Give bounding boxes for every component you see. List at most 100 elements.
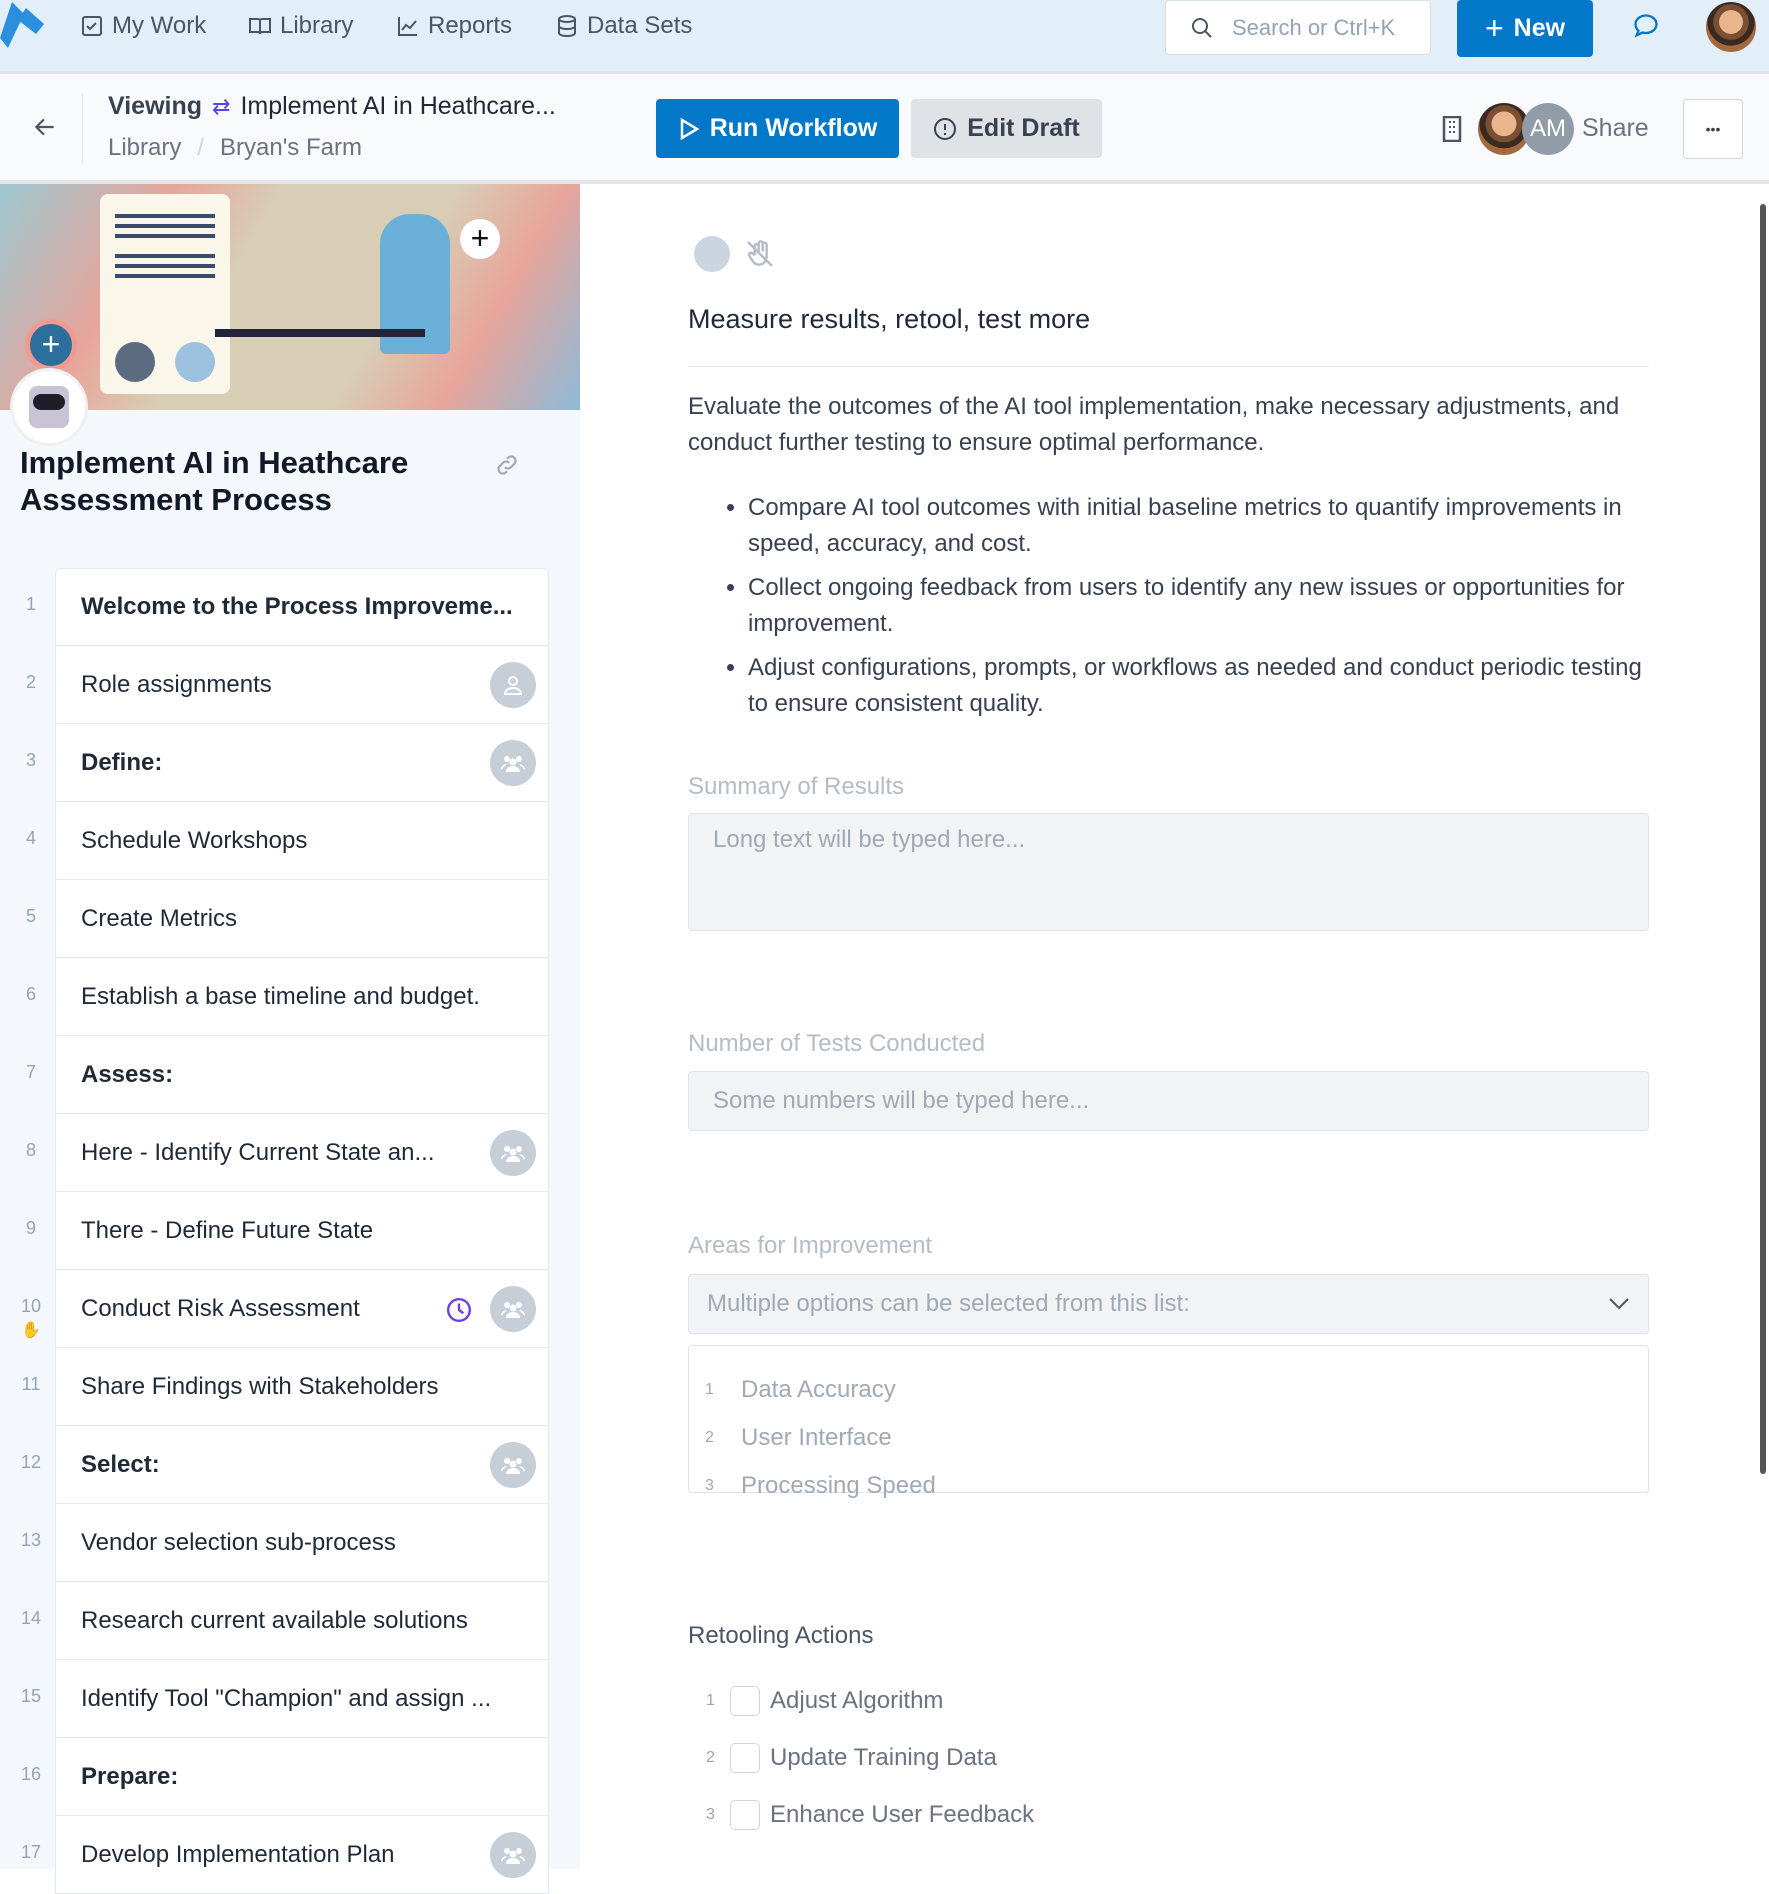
group-icon[interactable] <box>490 1832 536 1878</box>
divider <box>82 94 83 164</box>
item-label[interactable]: Enhance User Feedback <box>770 1801 1034 1829</box>
nav-label: Data Sets <box>587 12 693 39</box>
step-number: 5 <box>25 906 36 926</box>
step-number: 11 <box>21 1374 41 1394</box>
step-card[interactable]: Create Metrics <box>55 880 549 958</box>
step-card[interactable]: There - Define Future State <box>55 1192 549 1270</box>
step-card[interactable]: Schedule Workshops <box>55 802 549 880</box>
breadcrumb-separator: / <box>197 134 205 161</box>
checkbox[interactable] <box>730 1685 760 1716</box>
step-row[interactable]: 6 Establish a base timeline and budget. <box>0 958 580 1036</box>
areas-placeholder: Multiple options can be selected from th… <box>707 1290 1190 1317</box>
area-option[interactable]: 2 User Interface <box>689 1414 1648 1462</box>
step-card[interactable]: Assess: <box>55 1036 549 1114</box>
group-icon[interactable] <box>490 740 536 786</box>
step-card[interactable]: Develop Implementation Plan <box>55 1816 549 1894</box>
nav-library[interactable]: Library <box>248 12 353 40</box>
step-row[interactable]: 11 Share Findings with Stakeholders <box>0 1348 580 1426</box>
scrollbar-thumb[interactable] <box>1760 204 1766 1474</box>
no-hand-icon[interactable] <box>744 238 776 275</box>
step-row[interactable]: 9 There - Define Future State <box>0 1192 580 1270</box>
area-option[interactable]: 1 Data Accuracy <box>689 1366 1648 1414</box>
comments-icon[interactable] <box>1632 12 1660 45</box>
user-avatar[interactable] <box>1706 2 1756 52</box>
viewing-label: Viewing <box>108 92 203 120</box>
tests-placeholder: Some numbers will be typed here... <box>713 1087 1090 1114</box>
step-row[interactable]: 5 Create Metrics <box>0 880 580 958</box>
book-icon <box>249 18 271 35</box>
search-input[interactable]: Search or Ctrl+K <box>1165 0 1431 55</box>
step-card[interactable]: Share Findings with Stakeholders <box>55 1348 549 1426</box>
step-row[interactable]: 8 Here - Identify Current State an... <box>0 1114 580 1192</box>
step-label: Define: <box>81 748 163 776</box>
summary-textarea[interactable]: Long text will be typed here... <box>688 813 1649 931</box>
more-options-button[interactable]: ••• <box>1683 99 1743 159</box>
step-card[interactable]: Select: <box>55 1426 549 1504</box>
step-number: 3 <box>25 750 36 770</box>
step-card[interactable]: Conduct Risk Assessment <box>55 1270 549 1348</box>
step-content: Measure results, retool, test more Evalu… <box>580 184 1769 1869</box>
step-row[interactable]: 15 Identify Tool "Champion" and assign ..… <box>0 1660 580 1738</box>
breadcrumb-folder[interactable]: Bryan's Farm <box>220 134 362 162</box>
step-label: Vendor selection sub-process <box>81 1528 396 1556</box>
step-card[interactable]: Here - Identify Current State an... <box>55 1114 549 1192</box>
nav-my-work[interactable]: My Work <box>80 12 206 40</box>
item-label[interactable]: Update Training Data <box>770 1744 997 1772</box>
link-icon[interactable] <box>494 452 520 483</box>
step-row[interactable]: 3 Define: <box>0 724 580 802</box>
share-button[interactable]: Share <box>1582 114 1649 143</box>
step-card[interactable]: Vendor selection sub-process <box>55 1504 549 1582</box>
group-icon[interactable] <box>490 1286 536 1332</box>
retooling-label: Retooling Actions <box>688 1622 874 1649</box>
building-icon[interactable] <box>1442 115 1462 147</box>
workflow-avatar <box>10 368 88 446</box>
step-number: 4 <box>25 828 36 848</box>
step-row[interactable]: 2 Role assignments <box>0 646 580 724</box>
step-row[interactable]: 17 Develop Implementation Plan <box>0 1816 580 1894</box>
checkbox[interactable] <box>730 1799 760 1830</box>
run-label: Run Workflow <box>709 114 878 142</box>
tests-input[interactable]: Some numbers will be typed here... <box>688 1071 1649 1131</box>
nav-data-sets[interactable]: Data Sets <box>555 12 692 40</box>
breadcrumb-library[interactable]: Library <box>108 134 181 162</box>
step-card[interactable]: Identify Tool "Champion" and assign ... <box>55 1660 549 1738</box>
step-row[interactable]: 12 Select: <box>0 1426 580 1504</box>
step-number: 12 <box>20 1452 42 1472</box>
step-card[interactable]: Prepare: <box>55 1738 549 1816</box>
step-card[interactable]: Define: <box>55 724 549 802</box>
search-placeholder: Search or Ctrl+K <box>1232 14 1396 40</box>
tests-label: Number of Tests Conducted <box>688 1030 986 1057</box>
step-label: There - Define Future State <box>81 1216 374 1244</box>
step-card[interactable]: Research current available solutions <box>55 1582 549 1660</box>
item-label[interactable]: Adjust Algorithm <box>770 1687 943 1715</box>
step-number: 16 <box>20 1764 42 1784</box>
step-row[interactable]: 13 Vendor selection sub-process <box>0 1504 580 1582</box>
new-button[interactable]: + New <box>1457 0 1593 57</box>
step-label: Assess: <box>81 1060 174 1088</box>
step-row[interactable]: 7 Assess: <box>0 1036 580 1114</box>
person-icon[interactable] <box>490 662 536 708</box>
group-icon[interactable] <box>490 1442 536 1488</box>
step-card[interactable]: Welcome to the Process Improveme... <box>55 568 549 646</box>
app-logo[interactable] <box>0 2 46 50</box>
areas-select[interactable]: Multiple options can be selected from th… <box>688 1274 1649 1334</box>
checkbox[interactable] <box>730 1742 760 1773</box>
run-workflow-button[interactable]: Run Workflow <box>656 99 899 158</box>
group-icon[interactable] <box>490 1130 536 1176</box>
step-row[interactable]: 14 Research current available solutions <box>0 1582 580 1660</box>
step-card[interactable]: Establish a base timeline and budget. <box>55 958 549 1036</box>
nav-reports[interactable]: Reports <box>396 12 512 40</box>
step-row[interactable]: 1 Welcome to the Process Improveme... <box>0 568 580 646</box>
workflow-sidebar: + + Implement AI in Heathcare Assessment… <box>0 184 580 1894</box>
step-card[interactable]: Role assignments <box>55 646 549 724</box>
step-row[interactable]: 4 Schedule Workshops <box>0 802 580 880</box>
assignee-group-icon[interactable] <box>694 236 730 272</box>
nav-label: Library <box>280 12 354 39</box>
step-row[interactable]: 16 Prepare: <box>0 1738 580 1816</box>
back-arrow-icon[interactable] <box>32 114 58 145</box>
area-option[interactable]: 3 Processing Speed <box>689 1462 1648 1510</box>
option-number: 2 <box>705 1429 714 1446</box>
edit-draft-button[interactable]: Edit Draft <box>911 99 1102 158</box>
step-row[interactable]: 10 ✋ Conduct Risk Assessment <box>0 1270 580 1348</box>
collaborator-avatar-initials[interactable]: AM <box>1522 103 1574 155</box>
